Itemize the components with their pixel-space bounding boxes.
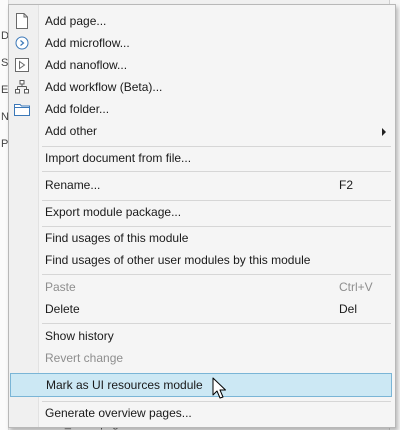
menu-item-label: Show history [45,329,114,343]
menu-item-label: Delete [45,302,80,316]
menu-item-add-folder[interactable]: Add folder... [9,99,395,120]
menu-item-shortcut: Del [339,302,358,316]
menu-item-shortcut: Ctrl+V [339,280,373,294]
menu-item-add-microflow[interactable]: Add microflow... [9,33,395,54]
menu-item-generate-overview[interactable]: Generate overview pages... [9,403,395,424]
menu-item-delete[interactable]: Delete Del [9,299,395,320]
menu-item-paste[interactable]: Paste Ctrl+V [9,277,395,298]
menu-separator [42,274,391,275]
menu-item-label: Find usages of this module [45,231,189,245]
menu-separator [42,171,391,172]
menu-item-label: Add nanoflow... [45,58,128,72]
menu-item-rename[interactable]: Rename... F2 [9,175,395,196]
menu-item-label: Paste [45,280,76,294]
menu-separator [42,401,391,402]
menu-item-label: Add page... [45,14,107,28]
menu-item-label: Add microflow... [45,36,130,50]
menu-separator [42,323,391,324]
menu-item-mark-ui-resources[interactable]: Mark as UI resources module [10,373,392,397]
menu-separator [42,146,391,147]
menu-item-find-usages-module[interactable]: Find usages of this module [9,228,395,249]
menu-item-label: Import document from file... [45,151,192,165]
menu-item-revert-change[interactable]: Revert change [9,348,395,369]
mouse-cursor-icon [212,377,226,399]
menu-separator [42,200,391,201]
folder-icon [14,101,30,117]
menu-item-add-page[interactable]: Add page... [9,11,395,32]
menu-item-shortcut: F2 [339,178,354,192]
workflow-icon [14,79,30,95]
menu-item-label: Add folder... [45,102,110,116]
menu-item-export-module[interactable]: Export module package... [9,202,395,223]
menu-item-label: Find usages of other user modules by thi… [45,253,311,267]
submenu-arrow-icon [382,128,386,136]
menu-item-find-usages-other[interactable]: Find usages of other user modules by thi… [9,250,395,271]
microflow-icon [14,35,30,51]
menu-item-import-document[interactable]: Import document from file... [9,148,395,169]
menu-item-label: Revert change [45,351,124,365]
menu-item-show-history[interactable]: Show history [9,326,395,347]
menu-item-label: Generate overview pages... [45,406,192,420]
menu-item-label: Add workflow (Beta)... [45,80,163,94]
menu-item-label: Mark as UI resources module [46,378,203,392]
menu-item-add-other[interactable]: Add other [9,121,395,142]
page-icon [14,13,30,29]
menu-item-add-nanoflow[interactable]: Add nanoflow... [9,55,395,76]
menu-separator [42,226,391,227]
menu-item-label: Add other [45,124,98,138]
menu-item-label: Rename... [45,178,101,192]
menu-item-add-workflow[interactable]: Add workflow (Beta)... [9,77,395,98]
nanoflow-icon [14,57,30,73]
menu-item-label: Export module package... [45,205,182,219]
context-menu: Add page... Add microflow... Add nanoflo… [8,4,396,428]
